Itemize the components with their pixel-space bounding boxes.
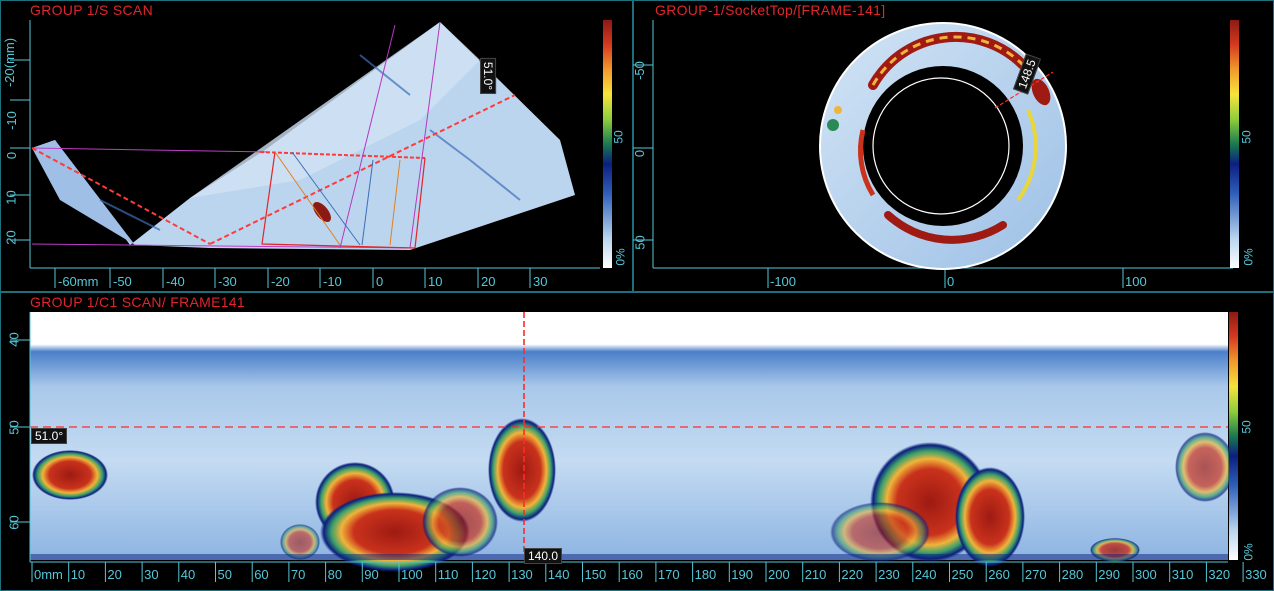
sscan-xtick: -30 (218, 274, 237, 289)
cscan-xtick: 20 (107, 567, 122, 582)
socket-colorbar-label: 50 (1239, 130, 1254, 144)
sscan-xtick: 20 (481, 274, 496, 289)
cscan-angle-cursor-label: 51.0° (31, 428, 68, 444)
cscan-xtick: 140 (547, 567, 570, 582)
cscan-xtick: 40 (180, 567, 196, 582)
sscan-colorbar-label: 0% (613, 248, 628, 266)
socket-colorbar-label: 0% (1241, 248, 1256, 266)
cscan-xtick: 100 (401, 567, 423, 582)
cscan-xtick: 110 (437, 567, 459, 582)
socket-ytick: 0 (632, 149, 648, 158)
sscan-y-unit: -20(mm) (2, 37, 18, 88)
socket-xtick: -100 (770, 274, 797, 289)
cscan-xtick: 260 (988, 567, 1010, 582)
sscan-xtick: -40 (166, 274, 185, 289)
cscan-xtick: 170 (657, 567, 680, 582)
cscan-xtick: 320 (1208, 567, 1231, 582)
cscan-xtick: 330 (1245, 567, 1267, 582)
cscan-xtick: 10 (70, 567, 86, 582)
sscan-xtick: 0 (376, 274, 384, 289)
cscan-xtick: 300 (1135, 567, 1157, 582)
cscan-xtick: 280 (1061, 567, 1084, 582)
cscan-xtick: 270 (1024, 567, 1047, 582)
sscan-xtick: -20 (271, 274, 290, 289)
socket-xtick: 100 (1125, 274, 1147, 289)
cscan-xtick: 90 (364, 567, 379, 582)
cscan-xtick: 120 (474, 567, 497, 582)
cscan-xtick: 60 (254, 567, 269, 582)
cscan-xtick: 50 (217, 567, 232, 582)
sscan-xtick: 10 (428, 274, 443, 289)
sscan-xtick: -50 (113, 274, 132, 289)
cscan-xtick: 180 (694, 567, 717, 582)
sscan-angle-badge: 51.0° (480, 57, 497, 95)
sscan-ytick: -10 (3, 111, 19, 130)
sscan-xtick: 30 (533, 274, 548, 289)
cscan-xtick: 200 (768, 567, 790, 582)
cscan-xtick: 240 (914, 567, 937, 582)
sscan-xtick: -10 (323, 274, 342, 289)
sscan-xtick: -60mm (58, 274, 99, 289)
cscan-xtick: 160 (621, 567, 643, 582)
cscan-xtick: 80 (327, 567, 343, 582)
sscan-ytick: 20 (3, 230, 19, 245)
cscan-xtick: 190 (731, 567, 753, 582)
cscan-image[interactable] (0, 292, 1274, 591)
cscan-xtick: 130 (511, 567, 533, 582)
cscan-ytick: 40 (6, 332, 22, 347)
sscan-image[interactable] (0, 0, 633, 292)
cscan-colorbar-label: 50 (1239, 420, 1254, 434)
cscan-position-cursor-label: 140.0 (524, 548, 563, 564)
cscan-xtick: 0mm (34, 567, 63, 582)
socket-ytick: -50 (631, 61, 647, 80)
cscan-xtick: 310 (1171, 567, 1194, 582)
cscan-xtick: 230 (878, 567, 900, 582)
sscan-ytick: 10 (3, 190, 19, 205)
sscan-ytick: 0 (4, 151, 20, 160)
cscan-xtick: 290 (1098, 567, 1120, 582)
socket-ytick: 50 (632, 235, 648, 250)
cscan-ytick: 60 (6, 515, 22, 530)
sscan-colorbar-label: 50 (611, 130, 626, 144)
cscan-xtick: 220 (841, 567, 864, 582)
cscan-xtick: 250 (951, 567, 974, 582)
cscan-colorbar-label: 0% (1241, 543, 1256, 561)
cscan-xtick: 30 (144, 567, 159, 582)
socket-image[interactable] (633, 0, 1274, 292)
cscan-xtick: 70 (290, 567, 306, 582)
cscan-xtick: 210 (804, 567, 827, 582)
cscan-ytick: 50 (6, 420, 22, 435)
socket-xtick: 0 (947, 274, 955, 289)
cscan-xtick: 150 (584, 567, 607, 582)
